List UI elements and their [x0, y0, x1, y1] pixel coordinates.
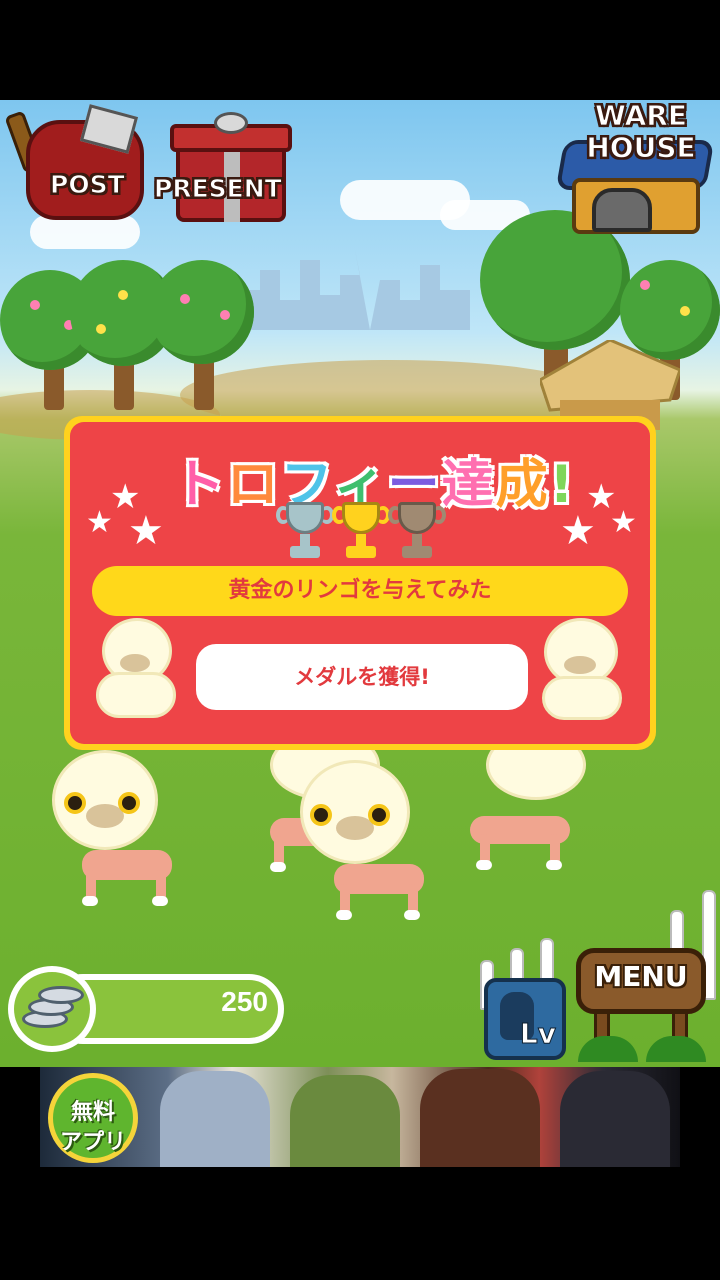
warehouse-label-line1: WARE [595, 100, 688, 132]
warehouse-label-line2: HOUSE [586, 131, 696, 164]
star-icon: ★ [128, 508, 164, 554]
title-char: ! [549, 454, 576, 516]
post-button[interactable]: POST [4, 104, 149, 226]
ad-character [160, 1071, 270, 1167]
ad-character [420, 1069, 540, 1167]
alpaca[interactable] [470, 730, 600, 870]
alpaca-left-icon [86, 618, 186, 728]
ad-banner[interactable]: 無料 アプリ [40, 1067, 680, 1167]
city-skyline [240, 250, 470, 330]
tree [150, 260, 260, 410]
title-char: 達 [441, 454, 496, 516]
post-label: POST [50, 170, 126, 200]
ad-character [290, 1075, 400, 1167]
star-icon: ★ [86, 505, 113, 540]
menu-label: MENU [594, 960, 688, 993]
get-medal-button[interactable]: メダルを獲得! [196, 644, 528, 710]
badge-line1: 無料 [70, 1100, 115, 1125]
gift-bow-icon [214, 112, 248, 134]
badge-line2: アプリ [59, 1130, 126, 1155]
coin-count: 250 [221, 986, 268, 1017]
free-app-badge: 無料 アプリ [48, 1073, 138, 1163]
star-icon: ★ [560, 508, 596, 554]
title-char: ト [172, 454, 227, 516]
level-label: Lv [519, 1017, 556, 1051]
title-char: 成 [495, 454, 550, 516]
trophy-dialog: ★ ★ ★ ★ ★ ★ トロフィー達成! 黄金のリンゴを与えてみた メダルを獲得… [64, 416, 656, 750]
present-label: PRESENT [154, 174, 283, 204]
warehouse-label: WARE HOUSE [566, 100, 716, 164]
ad-character [560, 1071, 670, 1167]
level-button[interactable]: Lv [484, 978, 566, 1060]
achievement-name: 黄金のリンゴを与えてみた [92, 566, 628, 616]
title-char: ロ [226, 454, 281, 516]
warehouse-button[interactable]: WARE HOUSE [555, 100, 720, 238]
warehouse-door-icon [592, 188, 652, 232]
coin-counter: 250 [8, 966, 288, 1052]
alpaca[interactable] [52, 750, 182, 910]
alpaca-right-icon [534, 618, 634, 728]
silver-trophy-icon [276, 502, 334, 562]
star-icon: ★ [610, 505, 637, 540]
alpaca[interactable] [300, 760, 430, 920]
bronze-trophy-icon [388, 502, 446, 562]
menu-button[interactable]: MENU [572, 930, 710, 1062]
present-button[interactable]: PRESENT [154, 112, 293, 224]
gold-trophy-icon [332, 502, 390, 562]
